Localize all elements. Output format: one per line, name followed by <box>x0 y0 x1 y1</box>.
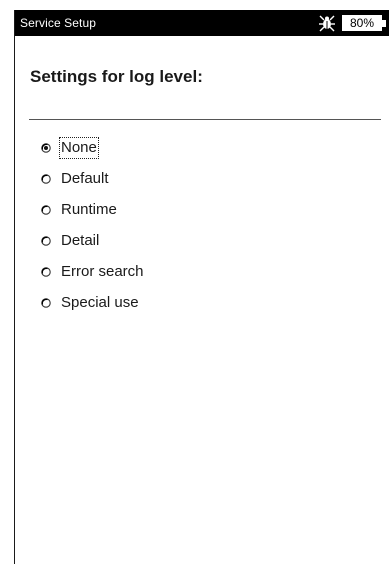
option-label: Special use <box>61 293 139 311</box>
option-label: Default <box>61 169 109 187</box>
option-label: Error search <box>61 262 144 280</box>
radio-unchecked-icon[interactable] <box>41 204 51 215</box>
battery-tip <box>382 19 386 27</box>
radio-unchecked-icon[interactable] <box>41 297 51 308</box>
log-level-option-default[interactable]: Default <box>41 163 146 194</box>
option-label: Runtime <box>61 200 117 218</box>
radio-checked-icon[interactable] <box>41 142 51 153</box>
window-title: Service Setup <box>20 16 97 30</box>
device-screen: Service Setup 80% Settings for log level… <box>14 10 389 564</box>
option-label: None <box>59 136 99 159</box>
battery-label: 80% <box>349 16 375 30</box>
status-area: 80% <box>318 14 386 32</box>
bug-icon <box>319 15 335 32</box>
log-level-option-special-use[interactable]: Special use <box>41 287 146 318</box>
radio-unchecked-icon[interactable] <box>41 173 51 184</box>
log-level-option-runtime[interactable]: Runtime <box>41 194 146 225</box>
log-level-option-error-search[interactable]: Error search <box>41 256 146 287</box>
log-level-option-detail[interactable]: Detail <box>41 225 146 256</box>
radio-unchecked-icon[interactable] <box>41 235 51 246</box>
log-level-options: None Default Runtime Detail Error search Spec… <box>41 132 146 318</box>
log-level-option-none[interactable]: None <box>41 132 146 163</box>
divider <box>29 119 381 120</box>
option-label: Detail <box>61 231 100 249</box>
battery-indicator: 80% <box>342 15 382 31</box>
title-bar: Service Setup 80% <box>15 10 389 36</box>
page-title: Settings for log level: <box>30 67 203 86</box>
radio-unchecked-icon[interactable] <box>41 266 51 277</box>
